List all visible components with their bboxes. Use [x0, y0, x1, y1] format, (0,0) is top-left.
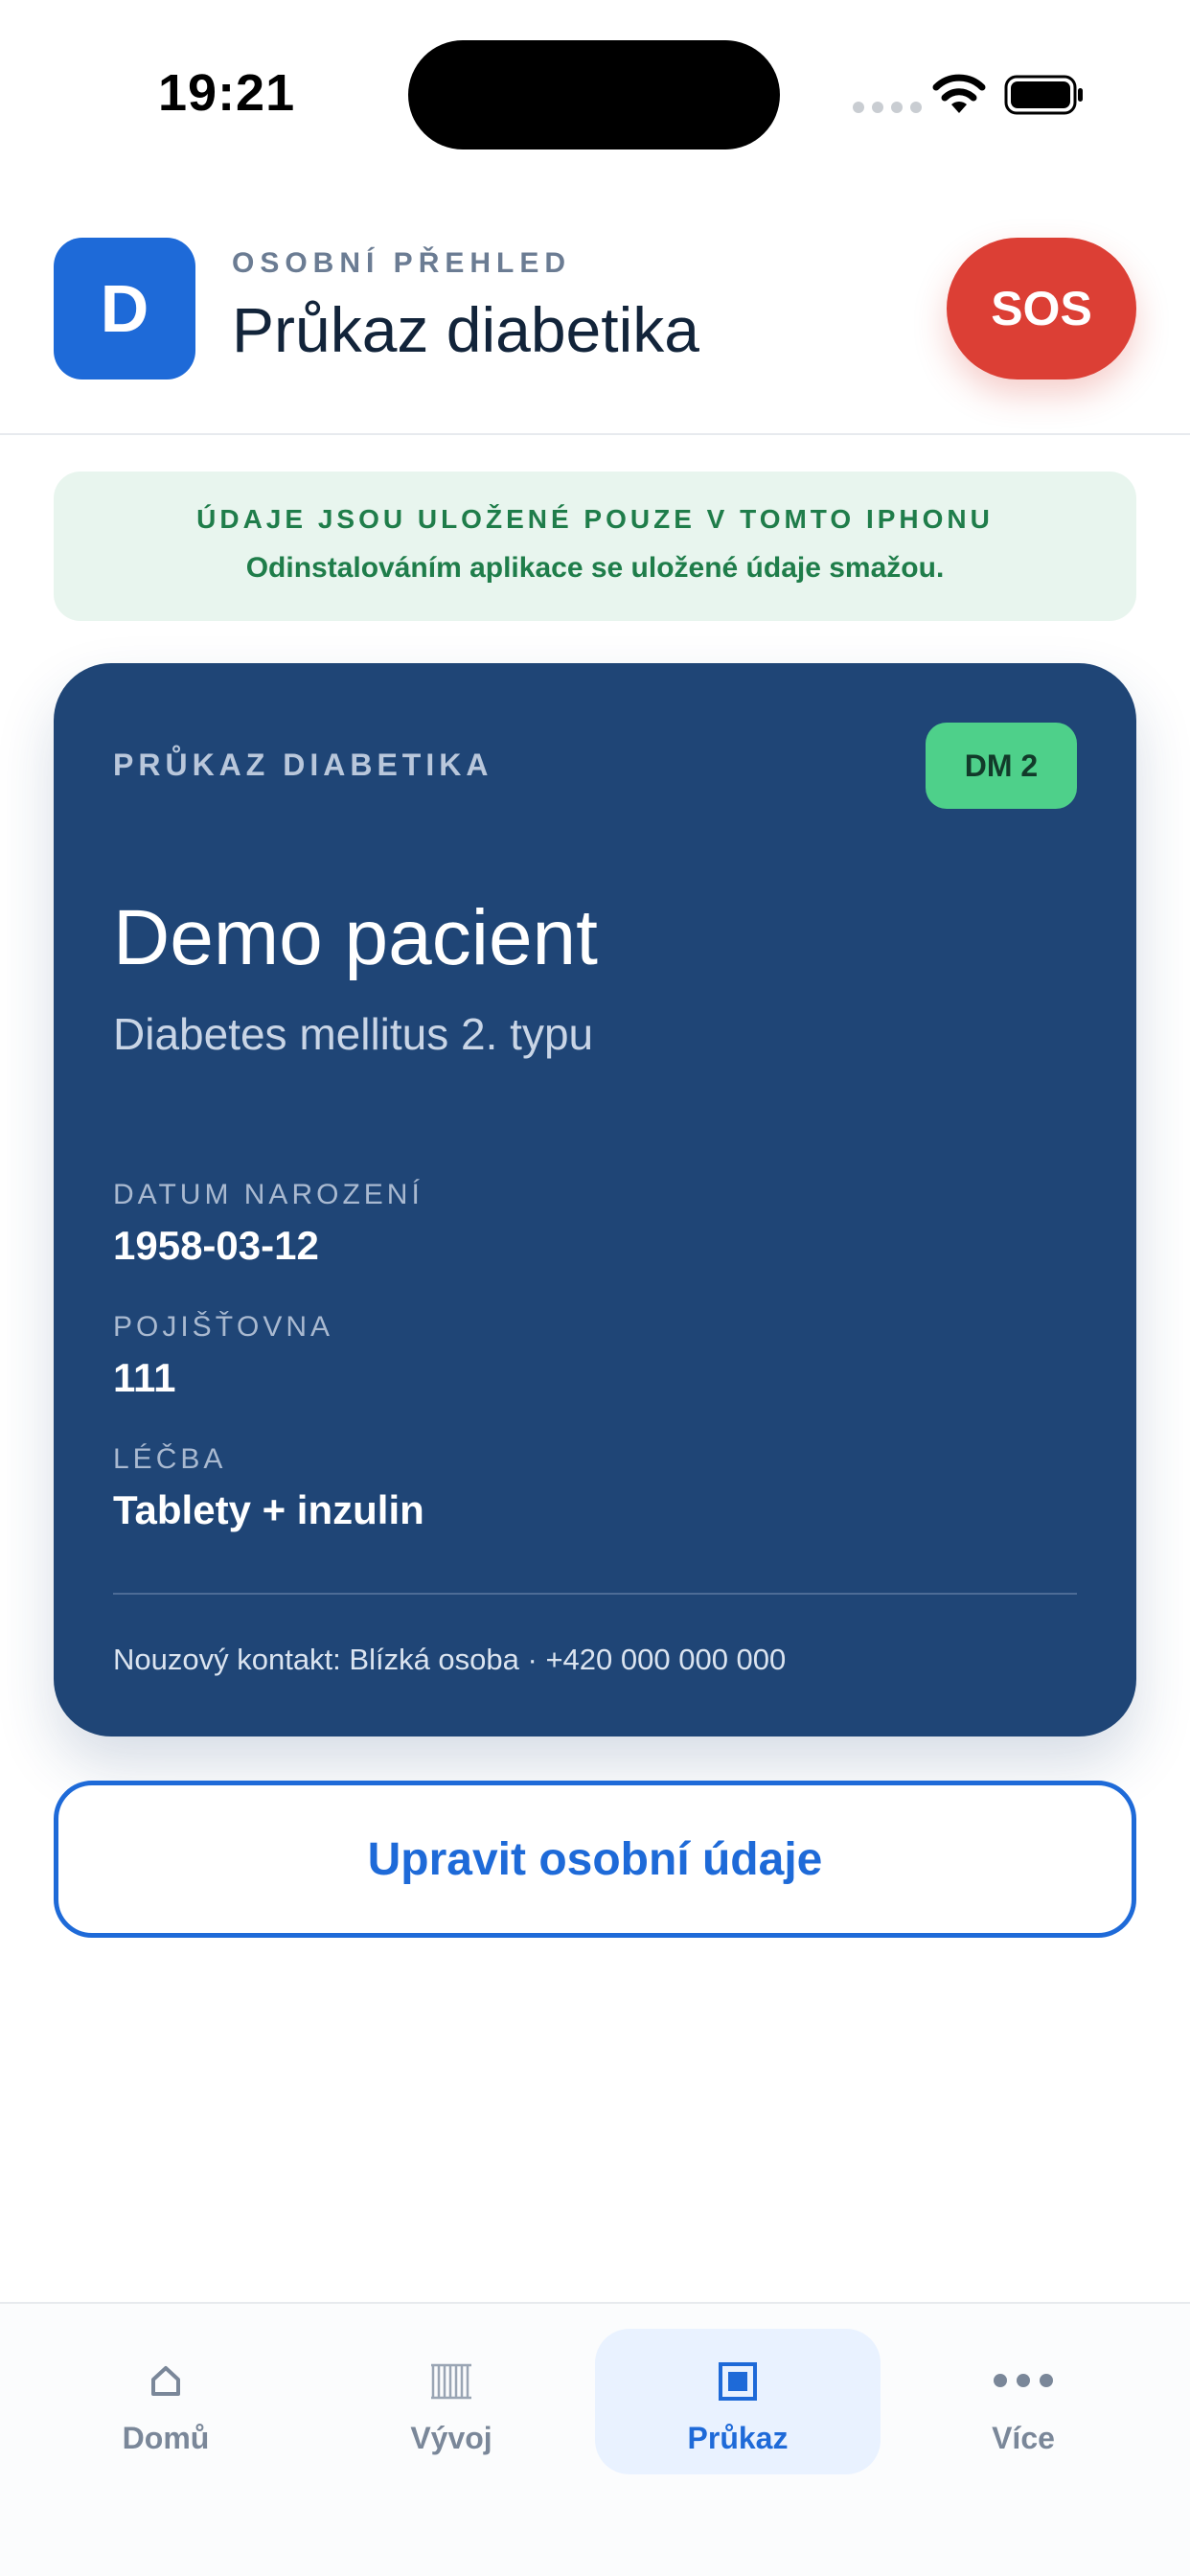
diabetic-id-card: PRŮKAZ DIABETIKA DM 2 Demo pacient Diabe… [54, 663, 1136, 1736]
tab-progress-label: Vývoj [410, 2421, 492, 2455]
insurance-label: POJIŠŤOVNA [113, 1311, 334, 1343]
tab-card[interactable]: Průkaz [595, 2329, 881, 2474]
diagnosis: Diabetes mellitus 2. typu [113, 1009, 594, 1059]
app-logo: D [54, 238, 195, 380]
birth-date-value: 1958-03-12 [113, 1223, 319, 1268]
card-divider [113, 1593, 1077, 1595]
wifi-icon [932, 74, 986, 113]
tab-bar: Domů Vývoj Průkaz Více [0, 2302, 1190, 2576]
status-bar: 19:21 [0, 0, 1190, 172]
edit-personal-data-button[interactable]: Upravit osobní údaje [54, 1781, 1136, 1938]
page-title: Průkaz diabetika [232, 294, 699, 365]
treatment-label: LÉČBA [113, 1443, 227, 1475]
insurance-value: 111 [113, 1355, 176, 1400]
patient-name: Demo pacient [113, 894, 598, 981]
more-icon [994, 2374, 1053, 2387]
header-eyebrow: OSOBNÍ PŘEHLED [232, 247, 572, 279]
dynamic-island [408, 40, 780, 150]
screen: 19:21 D OSOBNÍ PŘEHLED Průkaz diabetika … [0, 0, 1190, 2576]
notice-text: Odinstalováním aplikace se uložené údaje… [245, 552, 945, 584]
tab-card-label: Průkaz [687, 2421, 789, 2455]
tab-home[interactable]: Domů [23, 2329, 309, 2474]
emergency-contact: Nouzový kontakt: Blízká osoba · +420 000… [113, 1643, 787, 1676]
notice-title: ÚDAJE JSOU ULOŽENÉ POUZE V TOMTO IPHONU [196, 504, 994, 534]
battery-icon [1004, 75, 1083, 115]
storage-notice: ÚDAJE JSOU ULOŽENÉ POUZE V TOMTO IPHONU … [54, 472, 1136, 621]
home-icon [151, 2366, 180, 2396]
app-header: D OSOBNÍ PŘEHLED Průkaz diabetika SOS [0, 172, 1190, 435]
cellular-signal-icon [853, 102, 922, 113]
sos-button[interactable]: SOS [947, 238, 1136, 380]
treatment-value: Tablety + inzulin [113, 1487, 424, 1532]
diabetes-type-badge: DM 2 [926, 723, 1077, 809]
card-label: PRŮKAZ DIABETIKA [113, 748, 493, 782]
card-icon [719, 2362, 757, 2401]
birth-date-label: DATUM NAROZENÍ [113, 1179, 423, 1210]
status-time: 19:21 [158, 64, 296, 122]
tab-more[interactable]: Více [881, 2329, 1166, 2474]
chart-icon [431, 2363, 471, 2400]
tab-home-label: Domů [122, 2421, 210, 2455]
tab-more-label: Více [992, 2421, 1055, 2455]
tab-progress[interactable]: Vývoj [309, 2329, 594, 2474]
